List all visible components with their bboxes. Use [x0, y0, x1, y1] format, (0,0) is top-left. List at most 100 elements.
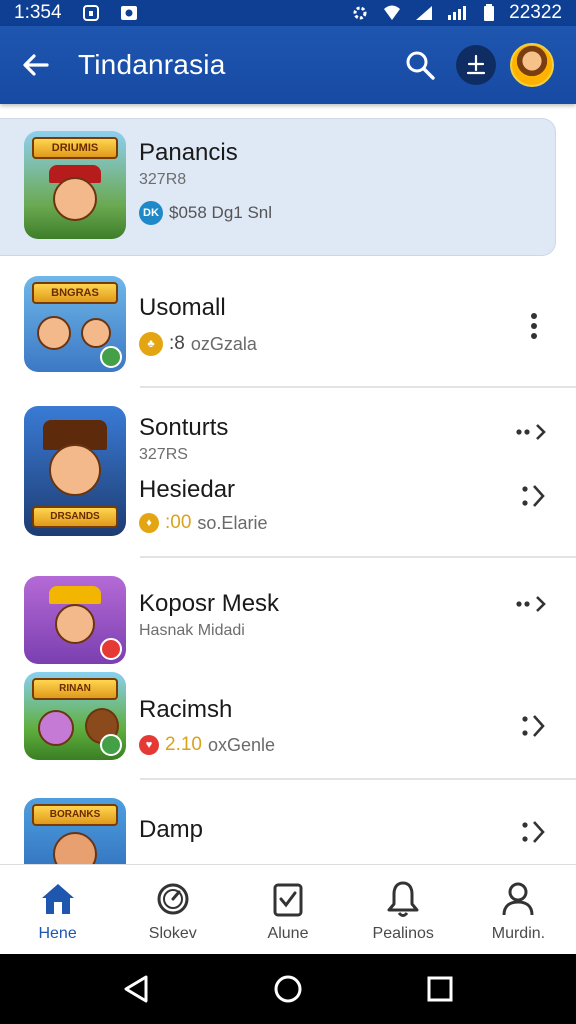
triangle-back-icon: [124, 975, 148, 1003]
arrow-left-icon: [23, 54, 49, 76]
thumb-badge: [100, 638, 122, 660]
item-title: Racimsh: [139, 696, 233, 723]
nav-label: Pealinos: [372, 925, 434, 942]
status-time: 1:354: [14, 2, 62, 23]
item-title: Panancis: [139, 139, 238, 166]
item-meta: DK $058 Dg1 Snl: [139, 201, 272, 225]
item-meta: ♣ :8 ozGzala: [139, 332, 257, 356]
item-meta-text: $058 Dg1 Snl: [169, 203, 273, 222]
thumb-face: [38, 710, 74, 746]
wifi-icon: [384, 5, 401, 20]
item-meta-text: ozGzala: [190, 333, 257, 354]
filter-button[interactable]: [456, 45, 496, 85]
bell-icon: [387, 881, 419, 917]
item-title: Damp: [139, 816, 204, 843]
dots-chevron-icon: [522, 715, 545, 737]
item-meta-text: so.Elarie: [197, 512, 268, 533]
status-right-text: 22322: [509, 2, 562, 23]
list-item[interactable]: Koposr Mesk Hasnak Midadi: [0, 566, 576, 666]
settings-icon: [353, 6, 367, 20]
game-list: DRIUMIS Panancis 327R8 DK $058 Dg1 Snl B…: [0, 104, 576, 864]
list-item[interactable]: RINAN Racimsh ♥ 2.10 oxGenle: [0, 668, 576, 774]
item-meta: ♦ :00 so.Elarie: [139, 512, 267, 534]
app-bar: Tindanrasia: [0, 26, 576, 104]
dots-chevron-icon: [522, 485, 545, 507]
item-thumbnail: [24, 576, 126, 664]
person-icon: [502, 882, 534, 916]
nav-label: Murdin.: [491, 925, 546, 942]
thumb-banner: BORANKS: [32, 804, 118, 826]
nav-notifications[interactable]: Pealinos: [346, 865, 461, 954]
more-arrow-button[interactable]: [516, 478, 552, 514]
thumb-banner: RINAN: [32, 678, 118, 700]
nav-profile[interactable]: Murdin.: [461, 865, 576, 954]
item-title: Sonturts: [139, 414, 229, 441]
signal-bars-icon: [448, 6, 467, 20]
thumb-face: [81, 318, 111, 348]
nav-explore[interactable]: Slokev: [115, 865, 230, 954]
search-button[interactable]: [398, 43, 442, 87]
home-icon: [41, 884, 74, 914]
more-arrow-button[interactable]: [516, 814, 552, 850]
thumb-face: [53, 832, 97, 864]
nav-home[interactable]: Hene: [0, 865, 115, 954]
thumb-face: [49, 444, 101, 496]
coin-badge: ♦: [139, 513, 159, 533]
app-title: Tindanrasia: [78, 49, 226, 80]
system-navigation: [0, 954, 576, 1024]
more-arrow-button[interactable]: [512, 414, 552, 450]
clipboard-check-icon: [273, 883, 303, 917]
more-chevron-icon: [516, 596, 546, 612]
list-item[interactable]: DRIUMIS Panancis 327R8 DK $058 Dg1 Snl: [0, 118, 556, 256]
item-meta: ♥ 2.10 oxGenle: [139, 734, 275, 756]
nav-label: Alune: [267, 925, 309, 942]
thumb-banner: BNGRAS: [32, 282, 118, 304]
system-home-button[interactable]: [268, 969, 308, 1009]
system-back-button[interactable]: [116, 969, 156, 1009]
item-meta-text: oxGenle: [207, 734, 276, 755]
square-recents-icon: [427, 976, 453, 1002]
item-subtitle: 327R8: [139, 171, 187, 188]
thumb-banner: DRIUMIS: [32, 137, 118, 159]
sort-icon: [466, 54, 486, 75]
list-item[interactable]: DRSANDS Sonturts 327RS Hesiedar ♦ :00 so…: [0, 394, 576, 554]
thumb-hat: [49, 586, 101, 604]
avatar[interactable]: [510, 43, 554, 87]
item-title: Hesiedar: [139, 476, 236, 503]
more-options-button[interactable]: [516, 308, 552, 344]
camera-icon: [120, 6, 137, 20]
back-button[interactable]: [16, 45, 56, 85]
nav-tasks[interactable]: Alune: [230, 865, 345, 954]
platform-badge: DK: [139, 201, 163, 225]
item-thumbnail: DRSANDS: [24, 406, 126, 536]
divider: [140, 778, 576, 780]
system-recents-button[interactable]: [420, 969, 460, 1009]
item-meta-value: 2.10: [165, 734, 202, 755]
more-arrow-button[interactable]: [512, 586, 552, 622]
item-subtitle: 327RS: [139, 446, 188, 463]
more-chevron-icon: [516, 424, 546, 440]
compass-icon: [157, 883, 189, 915]
circle-home-icon: [274, 975, 302, 1003]
item-meta-value: :8: [169, 333, 185, 354]
item-title: Koposr Mesk: [139, 590, 280, 617]
divider: [140, 556, 576, 558]
divider: [140, 386, 576, 388]
item-meta-value: :00: [165, 512, 192, 533]
signal-icon: [416, 6, 433, 20]
dots-chevron-icon: [522, 821, 545, 843]
search-icon: [406, 51, 435, 80]
item-subtitle: Hasnak Midadi: [139, 622, 245, 639]
more-arrow-button[interactable]: [516, 708, 552, 744]
shield-icon: [82, 5, 99, 21]
more-vertical-icon: [531, 313, 537, 339]
thumb-face: [37, 316, 71, 350]
flame-badge: ♥: [139, 735, 159, 755]
coin-badge: ♣: [139, 332, 163, 356]
battery-icon: [484, 4, 495, 21]
nav-label: Slokev: [148, 925, 197, 942]
item-thumbnail: BORANKS: [24, 798, 126, 864]
thumb-face: [55, 604, 95, 644]
list-item[interactable]: BNGRAS Usomall ♣ :8 ozGzala: [0, 266, 576, 384]
list-item[interactable]: BORANKS Damp: [0, 788, 576, 864]
